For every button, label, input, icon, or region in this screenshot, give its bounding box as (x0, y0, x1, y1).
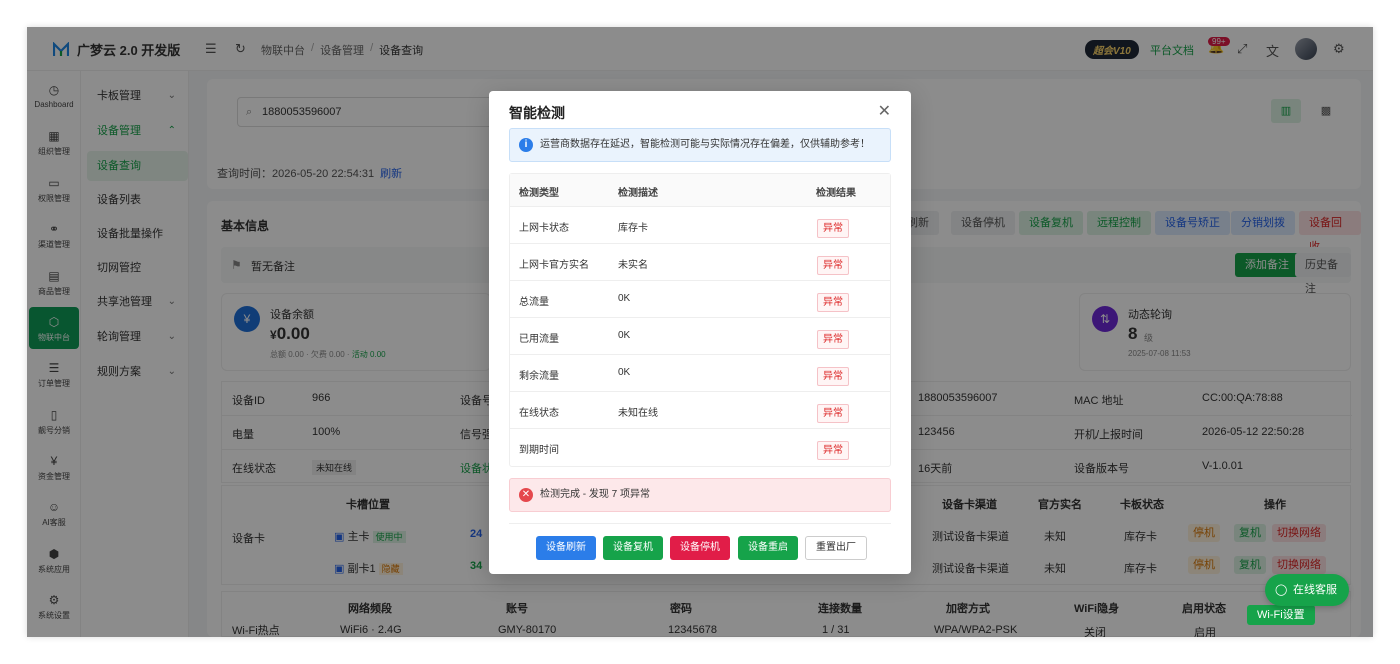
info-icon: i (519, 138, 533, 152)
status-badge: 异常 (817, 219, 849, 238)
device-resume-button[interactable]: 设备复机 (603, 536, 663, 560)
chat-icon: ◯ (1275, 584, 1288, 596)
table-row: 剩余流量 0K 异常 (510, 355, 890, 392)
divider (509, 523, 891, 524)
device-refresh-button[interactable]: 设备刷新 (536, 536, 596, 560)
table-row: 已用流量 0K 异常 (510, 318, 890, 355)
table-row: 在线状态 未知在线 异常 (510, 392, 890, 429)
close-icon[interactable]: ✕ (878, 101, 891, 121)
status-badge: 异常 (817, 293, 849, 312)
table-header: 检测类型 检测描述 检测结果 (510, 174, 890, 207)
device-restart-button[interactable]: 设备重启 (738, 536, 798, 560)
status-badge: 异常 (817, 330, 849, 349)
status-badge: 异常 (817, 256, 849, 275)
table-row: 上网卡官方实名 未实名 异常 (510, 244, 890, 281)
smart-check-dialog: 智能检测 ✕ i 运营商数据存在延迟，智能检测可能与实际情况存在偏差，仅供辅助参考… (489, 91, 911, 574)
table-row: 总流量 0K 异常 (510, 281, 890, 318)
status-badge: 异常 (817, 367, 849, 386)
device-stop-button[interactable]: 设备停机 (670, 536, 730, 560)
factory-reset-button[interactable]: 重置出厂 (805, 536, 867, 560)
status-badge: 异常 (817, 404, 849, 423)
table-row: 上网卡状态 库存卡 异常 (510, 207, 890, 244)
status-badge: 异常 (817, 441, 849, 460)
check-table: 检测类型 检测描述 检测结果 上网卡状态 库存卡 异常 上网卡官方实名 未实名 异常 总… (509, 173, 891, 467)
dialog-title: 智能检测 (509, 105, 565, 121)
table-row: 到期时间 异常 (510, 429, 890, 466)
online-service-button[interactable]: ◯ 在线客服 (1265, 574, 1349, 606)
error-icon: ✕ (519, 488, 533, 502)
result-summary: ✕ 检测完成 - 发现 7 项异常 (509, 478, 891, 512)
wifi-settings-button[interactable]: Wi-Fi设置 (1247, 605, 1315, 625)
info-notice: i 运营商数据存在延迟，智能检测可能与实际情况存在偏差，仅供辅助参考！ (509, 128, 891, 162)
